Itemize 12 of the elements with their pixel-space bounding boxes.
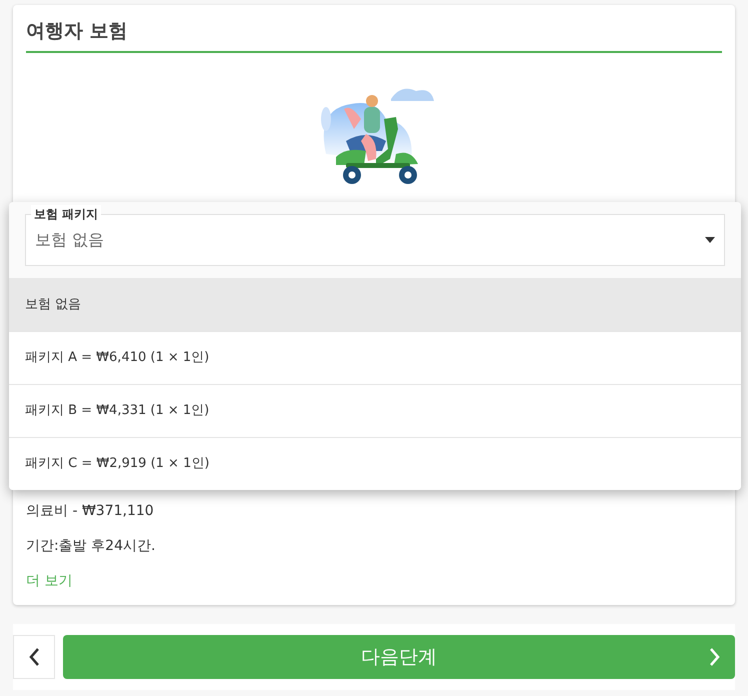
back-button[interactable] <box>13 635 55 679</box>
card-title: 여행자 보험 <box>26 19 129 44</box>
chevron-right-icon <box>709 647 721 667</box>
dropdown-option[interactable]: 패키지 B = ₩4,331 (1 × 1인) <box>9 384 741 437</box>
detail-text: 기간:출발 후24시간. <box>26 536 156 556</box>
chevron-left-icon <box>28 647 40 667</box>
dropdown-option[interactable]: 보험 없음 <box>9 278 741 331</box>
caret-icon <box>705 237 715 243</box>
field-label: 보험 패키지 <box>31 205 102 223</box>
detail-text: 의료비 - ₩371,110 <box>26 502 155 520</box>
dropdown-option[interactable]: 패키지 A = ₩6,410 (1 × 1인) <box>9 331 741 384</box>
dropdown-option[interactable]: 패키지 C = ₩2,919 (1 × 1인) <box>9 437 741 490</box>
